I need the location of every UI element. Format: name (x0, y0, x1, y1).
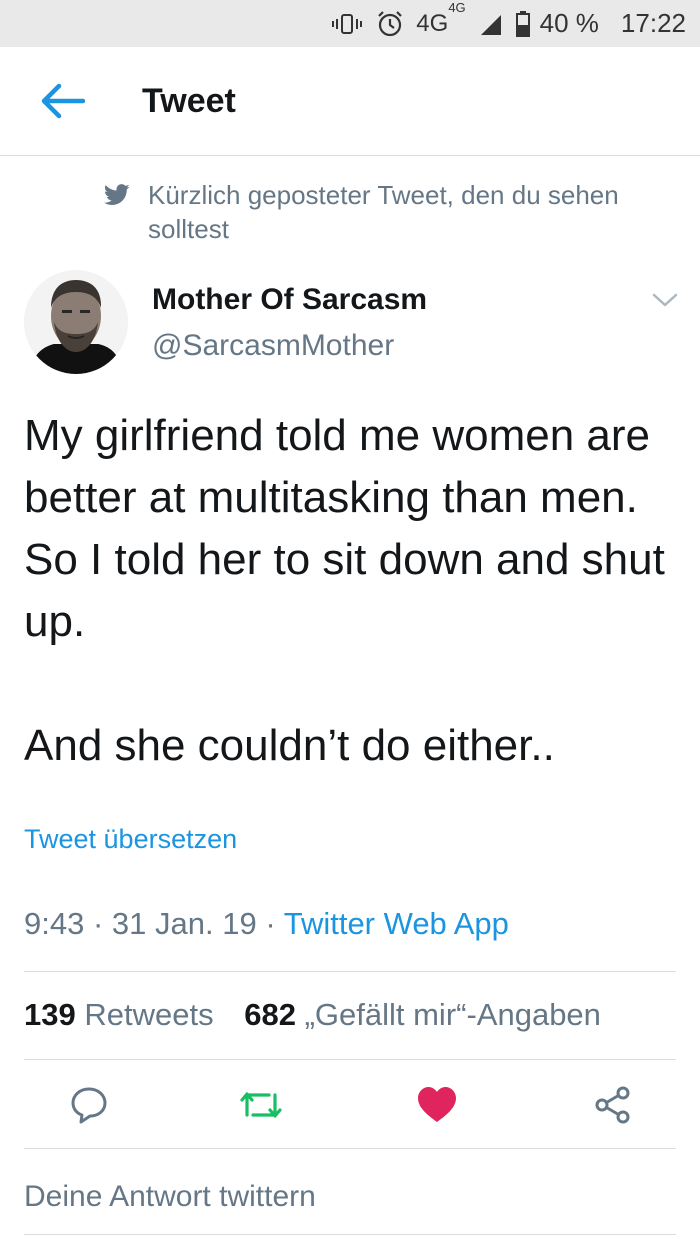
clock: 17:22 (620, 8, 686, 38)
arrow-left-icon (41, 83, 85, 119)
heart-icon (418, 1087, 456, 1122)
page-title: Tweet (142, 81, 236, 120)
retweet-button[interactable] (238, 1082, 284, 1128)
separator-dot: · (92, 906, 112, 941)
signal-icon (480, 12, 502, 36)
retweets-stat[interactable]: 139 Retweets (24, 997, 214, 1032)
network-type: 4G4G (416, 0, 465, 38)
divider (24, 1148, 676, 1149)
share-button[interactable] (590, 1082, 636, 1128)
tweet-source-link[interactable]: Twitter Web App (284, 906, 509, 941)
likes-stat[interactable]: 682 „Gefällt mir“-Angaben (244, 997, 601, 1032)
retweet-icon (240, 1092, 282, 1118)
chevron-down-icon (652, 293, 678, 307)
author-name[interactable]: Mother Of Sarcasm (152, 283, 427, 317)
more-options-button[interactable] (650, 288, 680, 312)
network-super-label: 4G (448, 0, 466, 15)
recent-tweet-label: Kürzlich geposteter Tweet, den du sehen … (104, 178, 664, 246)
separator-dot: · (265, 906, 284, 941)
translate-tweet-link[interactable]: Tweet übersetzen (24, 824, 237, 855)
twitter-bird-icon (104, 184, 130, 205)
app-bar: Tweet (0, 47, 700, 156)
tweet-text: My girlfriend told me women are better a… (24, 411, 665, 770)
likes-label: „Gefällt mir“-Angaben (304, 997, 601, 1032)
reply-input[interactable]: Deine Antwort twittern (24, 1180, 316, 1214)
retweets-count: 139 (24, 997, 76, 1032)
avatar[interactable] (24, 270, 128, 374)
status-bar: 4G4G 40 % 17:22 (0, 0, 700, 47)
tweet-date: 31 Jan. 19 (111, 906, 257, 941)
divider (24, 1234, 676, 1235)
tweet-time: 9:43 (24, 906, 85, 941)
battery-icon (515, 10, 530, 37)
vibrate-icon (332, 12, 363, 36)
share-icon (595, 1086, 630, 1124)
tweet-actions (24, 1062, 676, 1148)
recent-tweet-text: Kürzlich geposteter Tweet, den du sehen … (148, 180, 619, 244)
tweet-meta: 9:43 · 31 Jan. 19 · Twitter Web App (24, 906, 509, 942)
alarm-icon (376, 10, 404, 38)
tweet-stats: 139 Retweets 682 „Gefällt mir“-Angaben (24, 997, 601, 1033)
network-label: 4G (416, 9, 449, 37)
profile-photo-image (24, 270, 128, 374)
author-handle[interactable]: @SarcasmMother (152, 329, 394, 363)
divider (24, 1059, 676, 1060)
back-button[interactable] (32, 71, 92, 131)
divider (24, 971, 676, 972)
like-button[interactable] (414, 1082, 460, 1128)
reply-icon (71, 1087, 107, 1124)
battery-percent: 40 % (539, 8, 599, 38)
retweets-label: Retweets (84, 997, 214, 1032)
reply-button[interactable] (66, 1082, 112, 1128)
likes-count: 682 (244, 997, 296, 1032)
